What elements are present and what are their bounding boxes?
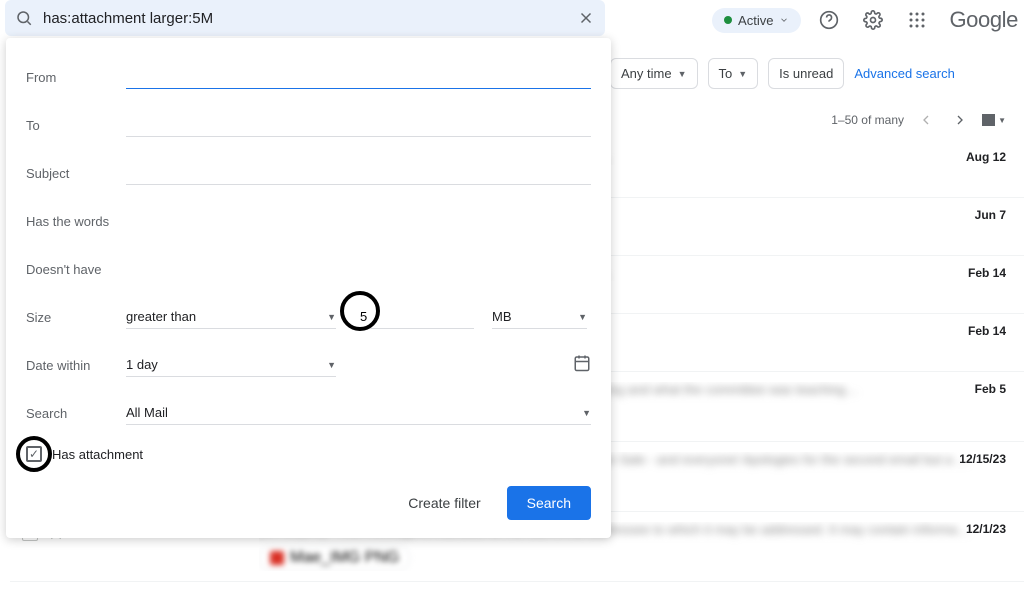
- label-size: Size: [26, 310, 126, 325]
- from-input[interactable]: [126, 65, 591, 89]
- clear-icon[interactable]: [577, 9, 595, 27]
- status-chip[interactable]: Active: [712, 8, 801, 33]
- mail-date: Feb 5: [975, 382, 1006, 396]
- mail-date: 12/1/23: [966, 522, 1006, 536]
- has-attachment-checkbox[interactable]: [26, 446, 42, 462]
- caret-down-icon: ▼: [578, 312, 587, 322]
- page-range: 1–50 of many: [831, 113, 904, 127]
- advanced-search-panel: From To Subject Has the words Doesn't ha…: [6, 38, 611, 538]
- has-attachment-label: Has attachment: [52, 447, 143, 462]
- logo: Google: [949, 7, 1018, 33]
- chip-to[interactable]: To▼: [708, 58, 759, 89]
- search-button[interactable]: Search: [507, 486, 591, 520]
- search-in-select[interactable]: All Mail▼: [126, 401, 591, 425]
- chevron-down-icon: [779, 13, 789, 28]
- attachment-chip[interactable]: Mae_IMG PNG: [259, 545, 410, 571]
- search-bar[interactable]: [5, 0, 605, 36]
- mail-date: Jun 7: [975, 208, 1006, 222]
- doesnt-have-input[interactable]: [126, 258, 591, 281]
- pdf-icon: [270, 551, 284, 565]
- calendar-icon[interactable]: [573, 354, 591, 377]
- subject-input[interactable]: [126, 161, 591, 185]
- chip-is-unread[interactable]: Is unread: [768, 58, 844, 89]
- status-label: Active: [738, 13, 773, 28]
- create-filter-button[interactable]: Create filter: [398, 487, 490, 519]
- page-next-button[interactable]: [948, 108, 972, 132]
- search-input[interactable]: [33, 10, 577, 27]
- size-operator-select[interactable]: greater than▼: [126, 305, 336, 329]
- mail-date: Aug 12: [966, 150, 1006, 164]
- size-unit-select[interactable]: MB▼: [492, 305, 587, 329]
- caret-down-icon: ▼: [738, 69, 747, 79]
- mail-date: Feb 14: [968, 266, 1006, 280]
- caret-down-icon: ▼: [582, 408, 591, 418]
- status-dot-icon: [724, 16, 732, 24]
- label-subject: Subject: [26, 166, 126, 181]
- advanced-search-link[interactable]: Advanced search: [854, 66, 954, 81]
- caret-down-icon: ▼: [327, 360, 336, 370]
- has-words-input[interactable]: [126, 210, 591, 233]
- label-from: From: [26, 70, 126, 85]
- label-search: Search: [26, 406, 126, 421]
- date-within-select[interactable]: 1 day▼: [126, 353, 336, 377]
- apps-button[interactable]: [901, 4, 933, 36]
- label-to: To: [26, 118, 126, 133]
- caret-down-icon: ▼: [327, 312, 336, 322]
- chip-any-time[interactable]: Any time▼: [610, 58, 698, 89]
- search-icon: [15, 9, 33, 27]
- settings-button[interactable]: [857, 4, 889, 36]
- size-value-input[interactable]: [354, 305, 474, 329]
- help-button[interactable]: [813, 4, 845, 36]
- page-prev-button[interactable]: [914, 108, 938, 132]
- density-toggle[interactable]: ▼: [982, 108, 1006, 132]
- to-input[interactable]: [126, 113, 591, 137]
- label-has-words: Has the words: [26, 214, 126, 229]
- label-doesnt-have: Doesn't have: [26, 262, 126, 277]
- caret-down-icon: ▼: [678, 69, 687, 79]
- label-date-within: Date within: [26, 358, 126, 373]
- mail-date: 12/15/23: [959, 452, 1006, 466]
- mail-date: Feb 14: [968, 324, 1006, 338]
